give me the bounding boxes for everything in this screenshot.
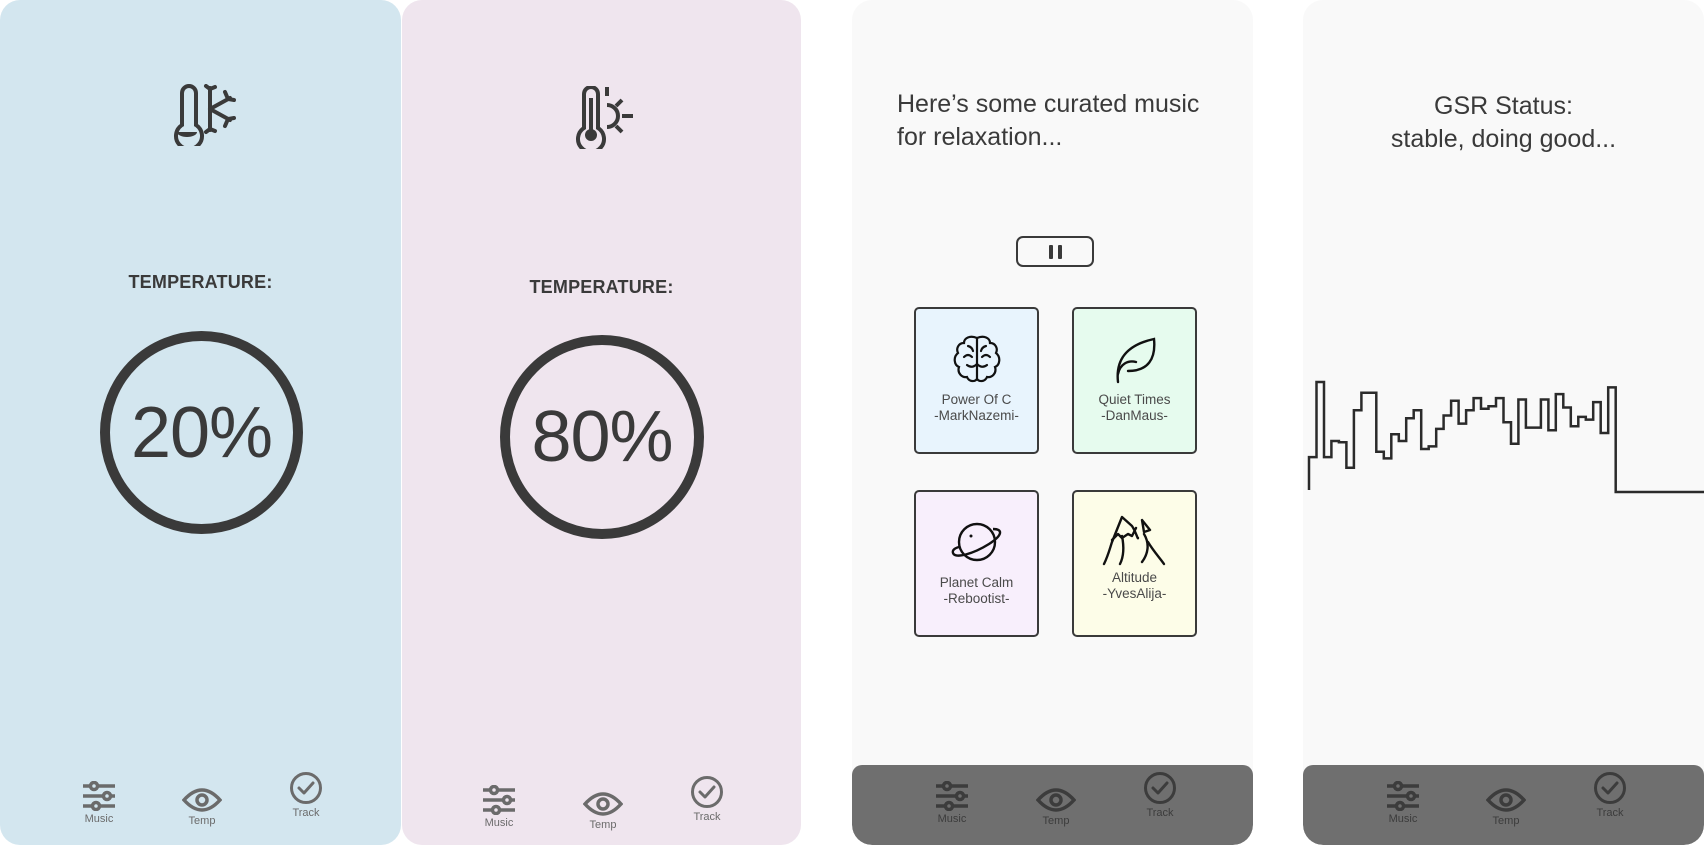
temperature-label: TEMPERATURE: <box>128 272 273 292</box>
check-circle-icon <box>290 772 322 804</box>
tab-label: Music <box>484 817 514 829</box>
tab-temp[interactable]: Temp <box>167 787 237 827</box>
sliders-icon <box>483 785 515 815</box>
pause-button[interactable] <box>1016 236 1094 267</box>
brain-icon <box>953 335 1000 383</box>
tab-label: Temp <box>589 819 617 831</box>
thermometer-snowflake-icon <box>174 84 236 146</box>
tab-music[interactable]: Music <box>464 785 534 829</box>
music-headline: Here’s some curated music for relaxation… <box>897 88 1199 154</box>
eye-icon <box>583 792 623 816</box>
track-artist: -Rebootist- <box>943 591 1010 606</box>
tab-track[interactable]: Track <box>1575 771 1645 819</box>
screen-temperature-cold: TEMPERATURE: 20% Music Temp Track <box>0 0 401 845</box>
check-circle-icon <box>1594 772 1626 804</box>
track-artist: -YvesAlija- <box>1102 586 1167 601</box>
temperature-value: 80% <box>531 397 673 477</box>
tab-label: Temp <box>1492 815 1520 827</box>
tab-label: Music <box>84 813 114 825</box>
tab-label: Music <box>937 813 967 825</box>
track-title: Power Of C <box>941 392 1012 407</box>
planet-icon <box>951 522 1001 562</box>
track-title: Planet Calm <box>939 575 1014 590</box>
track-card-altitude[interactable]: Altitude -YvesAlija- <box>1072 490 1197 637</box>
tab-temp[interactable]: Temp <box>1021 787 1091 827</box>
track-card-quiet-times[interactable]: Quiet Times -DanMaus- <box>1072 307 1197 454</box>
sliders-icon <box>936 781 968 811</box>
temperature-value: 20% <box>130 392 273 473</box>
screen-gsr-status: GSR Status: stable, doing good... Music … <box>1303 0 1704 845</box>
mountain-icon <box>1102 515 1165 566</box>
temperature-label: TEMPERATURE: <box>529 277 674 297</box>
screen-temperature-warm: TEMPERATURE: 80% Music Temp Track <box>402 0 801 845</box>
temperature-gauge: 20% <box>100 331 303 534</box>
tab-temp[interactable]: Temp <box>1471 787 1541 827</box>
tab-label: Track <box>292 807 320 819</box>
tab-label: Temp <box>1042 815 1070 827</box>
check-circle-icon <box>691 776 723 808</box>
gsr-status-title: GSR Status: stable, doing good... <box>1303 90 1704 156</box>
tab-label: Temp <box>188 815 216 827</box>
sliders-icon <box>83 781 115 811</box>
track-title: Quiet Times <box>1098 392 1171 407</box>
gsr-title-line: GSR Status: <box>1434 92 1573 120</box>
gsr-signal-graph <box>1307 380 1704 494</box>
tab-label: Track <box>1596 807 1624 819</box>
tab-track[interactable]: Track <box>271 771 341 819</box>
tab-label: Track <box>693 811 721 823</box>
tab-track[interactable]: Track <box>1125 771 1195 819</box>
tab-track[interactable]: Track <box>672 775 742 823</box>
track-card-planet-calm[interactable]: Planet Calm -Rebootist- <box>914 490 1039 637</box>
leaf-icon <box>1115 337 1155 384</box>
tab-music[interactable]: Music <box>1368 781 1438 825</box>
headline-line: for relaxation... <box>897 123 1063 151</box>
eye-icon <box>1036 788 1076 812</box>
track-title: Altitude <box>1111 570 1158 585</box>
tab-music[interactable]: Music <box>64 781 134 825</box>
tab-bar: Music Temp Track <box>852 765 1253 845</box>
pause-icon <box>1057 244 1062 259</box>
tab-bar: Music Temp Track <box>402 765 801 845</box>
eye-icon <box>1486 788 1526 812</box>
check-circle-icon <box>1144 772 1176 804</box>
tab-label: Music <box>1388 813 1418 825</box>
track-artist: -MarkNazemi- <box>934 408 1019 423</box>
tab-bar: Music Temp Track <box>0 765 401 845</box>
track-artist: -DanMaus- <box>1101 408 1168 423</box>
sliders-icon <box>1387 781 1419 811</box>
track-card-power-of-c[interactable]: Power Of C -MarkNazemi- <box>914 307 1039 454</box>
tab-temp[interactable]: Temp <box>568 791 638 831</box>
screen-music: Here’s some curated music for relaxation… <box>852 0 1253 845</box>
gsr-status-text: stable, doing good... <box>1390 125 1617 153</box>
pause-icon <box>1048 244 1053 259</box>
thermometer-sun-icon <box>576 86 633 149</box>
temperature-gauge: 80% <box>500 335 704 539</box>
tab-bar: Music Temp Track <box>1303 765 1704 845</box>
headline-line: Here’s some curated music <box>897 90 1200 118</box>
tab-label: Track <box>1146 807 1174 819</box>
gsr-signal-line <box>1307 380 1704 494</box>
eye-icon <box>182 788 222 812</box>
tab-music[interactable]: Music <box>917 781 987 825</box>
